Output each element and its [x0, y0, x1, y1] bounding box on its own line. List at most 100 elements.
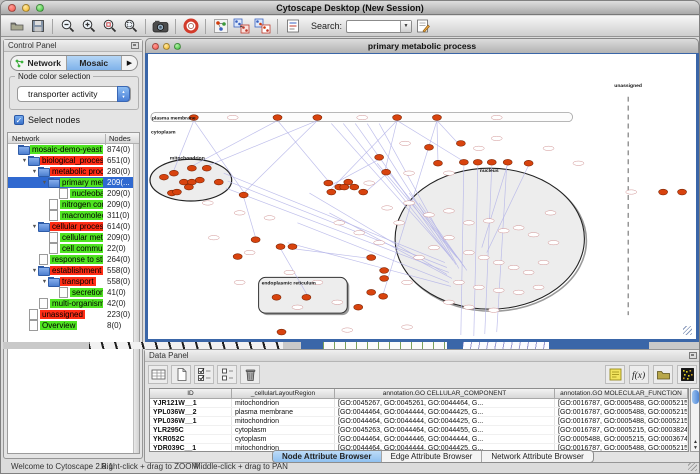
network-node[interactable]: [513, 226, 524, 230]
network-node-highlighted[interactable]: [344, 179, 353, 185]
region-nucleus[interactable]: [395, 168, 584, 309]
network-node[interactable]: [528, 233, 539, 237]
network-node[interactable]: [334, 221, 345, 225]
network-node-highlighted[interactable]: [324, 180, 333, 186]
network-node-highlighted[interactable]: [433, 160, 442, 166]
network-node-highlighted[interactable]: [239, 192, 248, 198]
tree-item-nucleobase-[interactable]: nucleobase-209(0): [8, 188, 139, 199]
network-node[interactable]: [414, 255, 425, 259]
network-node-highlighted[interactable]: [379, 293, 388, 299]
tree-item-cell-communicat[interactable]: cell communicat22(0): [8, 243, 139, 254]
network-node-highlighted[interactable]: [487, 159, 496, 165]
network-node[interactable]: [208, 236, 219, 240]
network-node-highlighted[interactable]: [459, 159, 468, 165]
network-node-highlighted[interactable]: [350, 184, 359, 190]
function-builder-icon[interactable]: f(x): [629, 365, 649, 384]
network-node[interactable]: [443, 209, 454, 213]
scrollbar-thumb[interactable]: [692, 390, 699, 404]
new-attribute-icon[interactable]: [171, 365, 191, 384]
float-panel-icon[interactable]: [131, 42, 139, 49]
network-node[interactable]: [473, 285, 484, 289]
network-node[interactable]: [428, 245, 439, 249]
tree-item-mosaic-demo-yeast[interactable]: mosaic-demo-yeast874(0): [8, 144, 139, 155]
network-node[interactable]: [548, 240, 559, 244]
attribute-matrix-icon[interactable]: [677, 365, 697, 384]
tree-item-biological-process[interactable]: ▼biological_process651(0): [8, 155, 139, 166]
network-node-highlighted[interactable]: [169, 170, 178, 176]
column-header[interactable]: annotation.GO MOLECULAR_FUNCTION: [555, 389, 688, 398]
network-node[interactable]: [453, 280, 464, 284]
search-options-icon[interactable]: [412, 17, 433, 35]
network-node-highlighted[interactable]: [382, 169, 391, 175]
network-node[interactable]: [473, 146, 484, 150]
network-node[interactable]: [626, 190, 637, 194]
network-node[interactable]: [508, 265, 519, 269]
network-node-highlighted[interactable]: [202, 165, 211, 171]
network-node-highlighted[interactable]: [159, 174, 168, 180]
network-node-highlighted[interactable]: [251, 237, 260, 243]
search-dropdown-arrow[interactable]: ▼: [400, 21, 411, 32]
attribute-table-icon[interactable]: [148, 365, 168, 384]
network-node-highlighted[interactable]: [302, 294, 311, 300]
network-node[interactable]: [374, 240, 385, 244]
network-node[interactable]: [423, 213, 434, 217]
tree-expand-arrow-icon[interactable]: ▼: [21, 158, 28, 164]
network-node[interactable]: [400, 141, 411, 145]
tree-item-multi-organism-pro[interactable]: multi-organism pro42(0): [8, 298, 139, 309]
network-node[interactable]: [493, 288, 504, 292]
network-node[interactable]: [292, 305, 303, 309]
background-window-fragment[interactable]: [463, 342, 549, 349]
network-node[interactable]: [463, 250, 474, 254]
import-attributes-icon[interactable]: [653, 365, 673, 384]
network-node-highlighted[interactable]: [367, 289, 376, 295]
table-row[interactable]: YPL036W__1mitochondrion[GO:0044464, GO:0…: [150, 417, 688, 426]
network-node[interactable]: [443, 171, 454, 175]
network-node[interactable]: [364, 181, 375, 185]
network-node-highlighted[interactable]: [659, 189, 668, 195]
network-node[interactable]: [244, 250, 255, 254]
network-node-highlighted[interactable]: [272, 294, 281, 300]
tree-item-secretion[interactable]: secretion41(0): [8, 287, 139, 298]
merge-networks-icon[interactable]: [231, 17, 252, 35]
node-color-select[interactable]: transporter activity ▲▼: [17, 86, 131, 102]
network-node-highlighted[interactable]: [473, 159, 482, 165]
background-window-fragment[interactable]: [89, 342, 283, 349]
tree-item-cellular-metabol[interactable]: cellular metabol209(0): [8, 232, 139, 243]
network-node[interactable]: [523, 270, 534, 274]
network-node[interactable]: [493, 260, 504, 264]
tree-item-macromolecule[interactable]: macromolecule311(0): [8, 210, 139, 221]
search-input[interactable]: ▼: [346, 20, 412, 33]
tree-item-transport[interactable]: ▼transport558(0): [8, 276, 139, 287]
network-canvas[interactable]: plasma membranecytoplasmmitochondrionnuc…: [145, 53, 699, 342]
network-node[interactable]: [402, 325, 413, 329]
network-node-highlighted[interactable]: [393, 115, 402, 121]
tree-item-response-to-stimulu[interactable]: response to stimulu264(0): [8, 254, 139, 265]
scrollbar-arrows[interactable]: ▲▼: [691, 439, 700, 451]
app-resize-grip[interactable]: [688, 462, 697, 471]
network-node-highlighted[interactable]: [276, 244, 285, 250]
network-node-highlighted[interactable]: [380, 276, 389, 282]
background-window-fragment[interactable]: [447, 342, 463, 349]
zoom-selected-icon[interactable]: [99, 17, 120, 35]
annotations-icon[interactable]: [282, 17, 303, 35]
network-node[interactable]: [227, 115, 238, 119]
network-node-highlighted[interactable]: [359, 189, 368, 195]
tree-expand-arrow-icon[interactable]: ▼: [31, 169, 38, 175]
network-node-highlighted[interactable]: [678, 189, 687, 195]
network-node-highlighted[interactable]: [184, 184, 193, 190]
network-node[interactable]: [382, 206, 393, 210]
network-node[interactable]: [478, 255, 489, 259]
network-node-highlighted[interactable]: [424, 144, 433, 150]
network-node-highlighted[interactable]: [214, 179, 223, 185]
network-node[interactable]: [488, 308, 499, 312]
unselect-attributes-icon[interactable]: [217, 365, 237, 384]
network-node-highlighted[interactable]: [233, 254, 242, 260]
network-node[interactable]: [491, 136, 502, 140]
tree-item-cellular-process[interactable]: ▼cellular process614(0): [8, 221, 139, 232]
network-node-highlighted[interactable]: [380, 268, 389, 274]
help-icon[interactable]: [180, 17, 201, 35]
network-node-highlighted[interactable]: [327, 189, 336, 195]
select-attributes-icon[interactable]: [194, 365, 214, 384]
float-panel-icon[interactable]: [689, 352, 697, 359]
network-node[interactable]: [394, 221, 405, 225]
